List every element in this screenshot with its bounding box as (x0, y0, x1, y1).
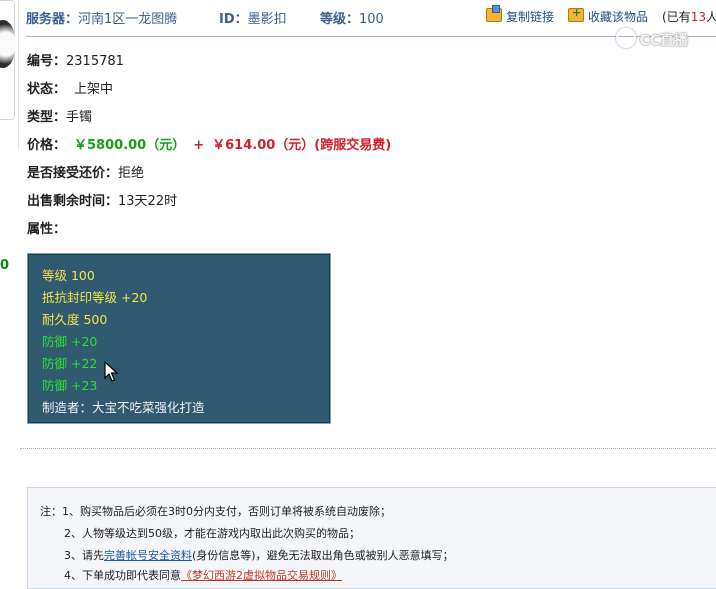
note-3-suffix: (身份信息等)，避免无法取出角色或被别人恶意填写； (192, 549, 454, 562)
attributes-label: 属性： (27, 222, 67, 237)
counter-offer-value: 拒绝 (118, 166, 145, 181)
note-line-1: 注：1、购买物品后必须在3时0分内支付，否则订单将被系统自动废除； (40, 503, 391, 519)
note-line-3: 3、请先完善帐号安全资料(身份信息等)，避免无法取出角色或被别人恶意填写； (64, 547, 454, 563)
price-plus: + (193, 138, 205, 153)
favorite-count: (已有13人 (662, 8, 716, 25)
server-label: 服务器： (26, 12, 79, 27)
favorite-button[interactable]: 收藏该物品 (568, 6, 649, 25)
id-label: ID： (219, 12, 248, 27)
attribute-line: 制造者：大宝不吃菜强化打造 (42, 400, 205, 415)
item-header: 服务器：河南1区一龙图腾 ID：墨影扣 等级：100 复制链接 收藏该物品 (已… (26, 0, 716, 37)
note-prefix: 注： (40, 505, 62, 518)
favorite-label: 收藏该物品 (588, 10, 649, 24)
status-label: 状态： (27, 82, 67, 97)
server-value: 河南1区一龙图腾 (78, 12, 178, 27)
cc-logo-icon (616, 28, 637, 48)
level-info: 等级：100 (320, 8, 384, 27)
price-value: ￥5800.00（元） (74, 138, 186, 153)
note-1-text: 1、购买物品后必须在3时0分内支付，否则订单将被系统自动废除； (62, 505, 391, 518)
time-left-label: 出售剩余时间： (27, 194, 119, 209)
note-4-prefix: 4、下单成功即代表同意 (64, 569, 181, 582)
note-3-prefix: 3、请先 (64, 549, 104, 562)
left-thumbnail-panel (0, 0, 19, 150)
time-left-value: 13天22时 (118, 194, 178, 209)
account-security-link[interactable]: 完善帐号安全资料 (104, 549, 192, 562)
type-label: 类型： (27, 110, 67, 125)
attribute-line: 防御 +22 (42, 356, 98, 371)
level-value: 100 (359, 12, 384, 27)
side-value: 0 (0, 258, 10, 273)
fav-count-suffix: 人 (705, 10, 716, 24)
counter-offer-label: 是否接受还价： (27, 166, 119, 181)
attributes-row: 属性： (27, 218, 66, 237)
price-row: 价格： ￥5800.00（元） + ￥614.00（元）(跨服交易费) (27, 134, 391, 153)
trade-rules-link[interactable]: 《梦幻西游2虚拟物品交易规则》 (181, 569, 342, 582)
copy-link-button[interactable]: 复制链接 (486, 5, 555, 25)
copy-link-label: 复制链接 (506, 10, 555, 24)
attribute-line: 耐久度 500 (42, 312, 108, 327)
copy-link-icon (486, 5, 502, 22)
cc-live-watermark: CC直播 (616, 28, 688, 50)
cross-server-fee: ￥614.00（元）(跨服交易费) (212, 138, 392, 153)
server-info: 服务器：河南1区一龙图腾 (26, 8, 177, 27)
note-line-4: 4、下单成功即代表同意《梦幻西游2虚拟物品交易规则》 (64, 567, 342, 583)
fav-count-prefix: (已有 (662, 10, 691, 24)
mouse-cursor-icon (104, 361, 118, 382)
time-left-row: 出售剩余时间：13天22时 (27, 190, 177, 209)
item-id-label: 编号： (27, 54, 67, 69)
status-row: 状态： 上架中 (27, 78, 113, 97)
counter-offer-row: 是否接受还价：拒绝 (27, 162, 144, 181)
status-value: 上架中 (74, 82, 114, 97)
note-line-2: 2、人物等级达到50级，才能在游戏内取出此次购买的物品； (64, 527, 360, 540)
type-row: 类型：手镯 (27, 106, 92, 125)
attribute-line: 防御 +23 (42, 378, 98, 393)
seller-id-info: ID：墨影扣 (219, 8, 287, 27)
favorite-icon (568, 6, 584, 22)
price-label: 价格： (27, 138, 67, 153)
purchase-notes: 注：1、购买物品后必须在3时0分内支付，否则订单将被系统自动废除； 2、人物等级… (27, 487, 716, 589)
type-value: 手镯 (66, 110, 93, 125)
item-id-value: 2315781 (66, 54, 124, 69)
attribute-line: 等级 100 (42, 268, 95, 283)
level-label: 等级： (320, 12, 360, 27)
section-divider (20, 448, 716, 449)
item-id-row: 编号：2315781 (27, 50, 124, 69)
fav-count-number: 13 (690, 10, 706, 24)
watermark-text: CC直播 (639, 33, 688, 49)
attributes-panel: 等级 100 抵抗封印等级 +20 耐久度 500 防御 +20 防御 +22 … (27, 253, 331, 424)
id-value: 墨影扣 (247, 12, 287, 27)
attribute-line: 抵抗封印等级 +20 (42, 290, 148, 305)
attribute-line: 防御 +20 (42, 334, 98, 349)
